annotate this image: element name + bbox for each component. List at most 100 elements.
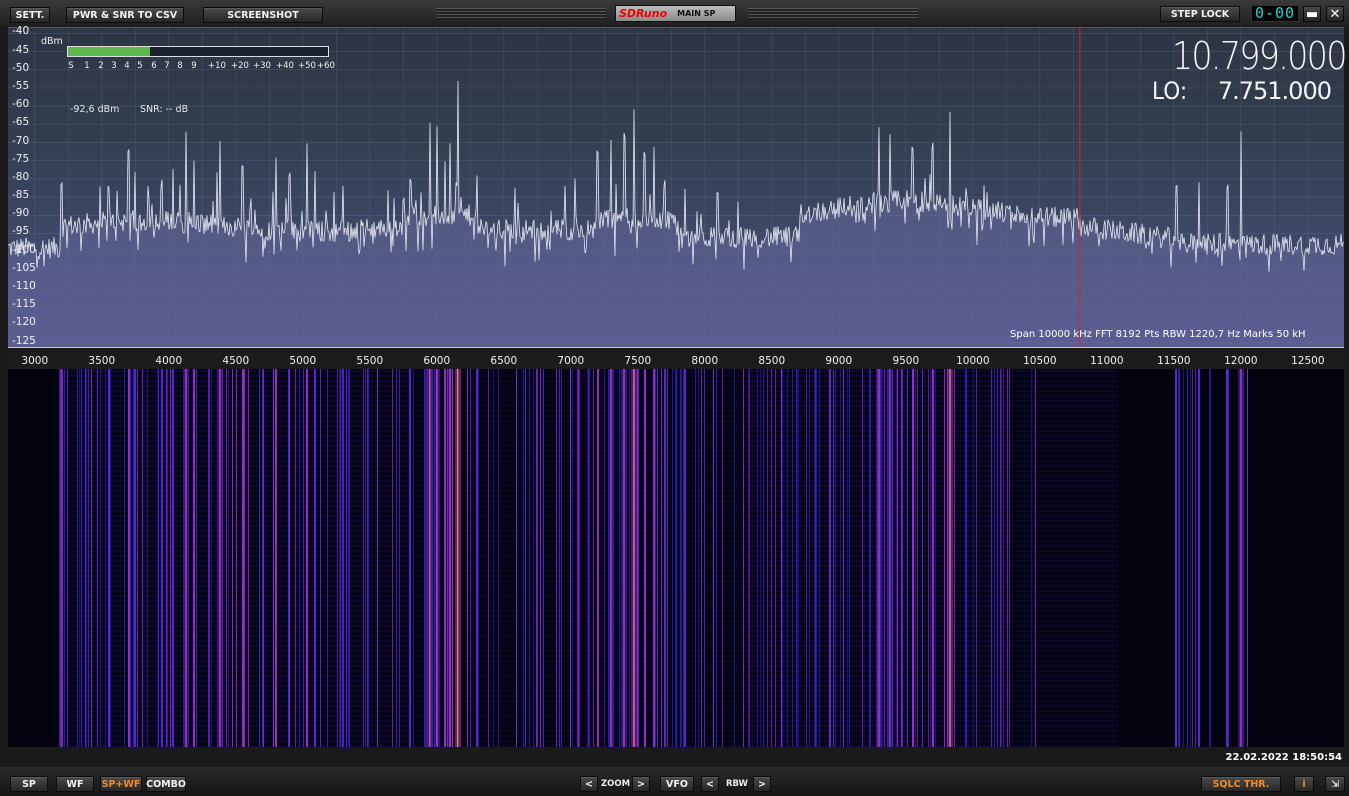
waterfall-streak bbox=[849, 369, 851, 747]
waterfall-streak bbox=[158, 369, 160, 747]
spectrum-panel[interactable] bbox=[8, 27, 1344, 348]
pwr-snr-csv-button[interactable]: PWR & SNR TO CSV bbox=[66, 7, 184, 23]
waterfall-streak bbox=[263, 369, 265, 747]
waterfall-streak bbox=[170, 369, 172, 747]
waterfall-streak bbox=[327, 369, 329, 747]
waterfall-streak bbox=[345, 369, 347, 747]
db-tick-label: -110 bbox=[12, 280, 36, 292]
waterfall-streak bbox=[618, 369, 620, 747]
waterfall-streak bbox=[927, 369, 929, 747]
spectrum-plot[interactable] bbox=[8, 28, 1344, 348]
waterfall-streak bbox=[196, 369, 198, 747]
sqlc-threshold-button[interactable]: SQLC THR. bbox=[1201, 776, 1281, 792]
waterfall-display[interactable] bbox=[8, 369, 1344, 747]
waterfall-streak bbox=[342, 369, 344, 747]
waterfall-streak bbox=[515, 369, 517, 747]
mode-label: MAIN SP bbox=[677, 9, 716, 18]
info-button[interactable]: i bbox=[1294, 776, 1314, 792]
waterfall-streak bbox=[787, 369, 789, 747]
s-meter-tick: 5 bbox=[137, 61, 143, 71]
waterfall-streak bbox=[695, 369, 697, 747]
s-meter-tick: +10 bbox=[208, 61, 226, 71]
waterfall-streak bbox=[701, 369, 703, 747]
sp-wf-button[interactable]: SP+WF bbox=[100, 776, 142, 792]
waterfall-streak bbox=[588, 369, 590, 747]
rbw-prev-button[interactable]: < bbox=[701, 776, 719, 792]
waterfall-streak bbox=[235, 369, 237, 747]
s-meter-fill bbox=[68, 47, 151, 56]
waterfall-streak bbox=[156, 369, 158, 747]
db-tick-label: -115 bbox=[12, 298, 36, 311]
frequency-tick-label: 7500 bbox=[624, 355, 652, 367]
waterfall-streak bbox=[931, 369, 934, 747]
waterfall-streak bbox=[128, 369, 130, 747]
waterfall-streak bbox=[762, 369, 764, 747]
frequency-tick-label: 7000 bbox=[557, 355, 585, 367]
frequency-tick-label: 3500 bbox=[88, 355, 116, 367]
zoom-prev-button[interactable]: < bbox=[580, 776, 598, 792]
waterfall-streak bbox=[607, 369, 609, 747]
frequency-tick-label: 4500 bbox=[222, 355, 250, 367]
waterfall-streak bbox=[667, 369, 669, 747]
waterfall-streak bbox=[436, 369, 438, 747]
drag-grip-right[interactable] bbox=[748, 8, 918, 20]
waterfall-streak bbox=[303, 369, 305, 747]
db-tick-label: -90 bbox=[12, 207, 30, 220]
waterfall-streak bbox=[704, 369, 706, 747]
zoom-next-button[interactable]: > bbox=[632, 776, 650, 792]
minimize-icon[interactable]: ▬ bbox=[1303, 6, 1321, 22]
waterfall-streak bbox=[248, 369, 250, 747]
close-icon[interactable]: ✕ bbox=[1326, 6, 1344, 22]
frequency-tick-label: 6500 bbox=[490, 355, 518, 367]
wf-button[interactable]: WF bbox=[56, 776, 94, 792]
waterfall-streak bbox=[675, 369, 677, 747]
rbw-next-button[interactable]: > bbox=[753, 776, 771, 792]
waterfall-streak bbox=[539, 369, 541, 747]
power-readout: -92,6 dBm bbox=[70, 104, 120, 115]
frequency-tick-label: 12500 bbox=[1291, 355, 1325, 367]
resize-icon[interactable]: ⇲ bbox=[1325, 776, 1345, 792]
waterfall-streak bbox=[434, 369, 436, 747]
screenshot-button[interactable]: SCREENSHOT bbox=[203, 7, 323, 23]
waterfall-streak bbox=[671, 369, 673, 747]
frequency-tick-label: 9000 bbox=[825, 355, 853, 367]
frequency-axis[interactable]: 3000 3500 4000 4500 5000 5500 6000 6500 7000 7500… bbox=[8, 347, 1344, 370]
drag-grip-left[interactable] bbox=[436, 8, 606, 20]
waterfall-streak bbox=[1182, 369, 1184, 747]
vfo-frequency[interactable]: 10.799.000 bbox=[1172, 36, 1348, 76]
waterfall-streak bbox=[272, 369, 274, 747]
settings-button[interactable]: SETT. bbox=[10, 7, 50, 23]
waterfall-streak bbox=[535, 369, 537, 747]
frequency-tick-label: 9500 bbox=[892, 355, 920, 367]
waterfall-streak bbox=[166, 369, 168, 747]
combo-button[interactable]: COMBO bbox=[146, 776, 186, 792]
waterfall-streak bbox=[79, 369, 81, 747]
vfo-button[interactable]: VFO bbox=[660, 776, 694, 792]
waterfall-streak bbox=[338, 369, 340, 747]
db-tick-label: -50 bbox=[12, 61, 30, 74]
waterfall-streak bbox=[228, 369, 230, 747]
waterfall-streak bbox=[914, 369, 916, 747]
waterfall-streak bbox=[660, 369, 662, 747]
sdruno-logo: SDRuno bbox=[619, 7, 668, 20]
waterfall-streak bbox=[1194, 369, 1196, 747]
waterfall-streak bbox=[399, 369, 401, 747]
sp-button[interactable]: SP bbox=[10, 776, 48, 792]
waterfall-streak bbox=[171, 369, 174, 747]
s-meter-tick: +60 bbox=[317, 61, 335, 71]
s-meter-tick: 8 bbox=[177, 61, 183, 71]
waterfall-streak bbox=[895, 369, 897, 747]
waterfall-streak bbox=[91, 369, 93, 747]
waterfall-streak bbox=[613, 369, 615, 747]
waterfall-streak bbox=[1228, 369, 1230, 747]
waterfall-streak bbox=[947, 369, 954, 747]
lo-frequency[interactable]: 7.751.000 bbox=[1200, 78, 1332, 104]
waterfall-streak bbox=[808, 369, 810, 747]
waterfall-streak bbox=[289, 369, 291, 747]
step-lock-button[interactable]: STEP LOCK bbox=[1160, 6, 1240, 22]
waterfall-streak bbox=[129, 369, 131, 747]
waterfall-streak bbox=[466, 369, 468, 747]
waterfall-streak bbox=[1187, 369, 1189, 747]
waterfall-streak bbox=[447, 369, 449, 747]
waterfall-streak bbox=[818, 369, 820, 747]
